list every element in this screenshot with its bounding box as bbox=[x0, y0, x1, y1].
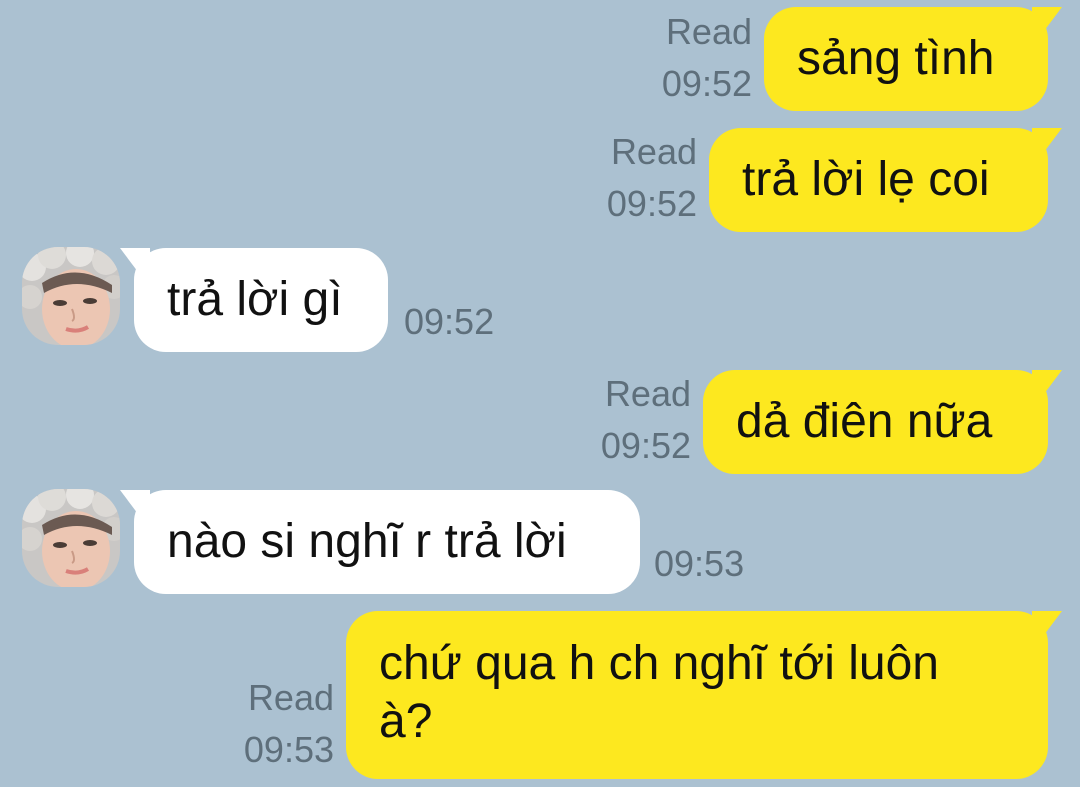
message-meta: Read 09:53 bbox=[244, 678, 334, 770]
incoming-message-bubble[interactable]: nào si nghĩ r trả lời bbox=[134, 490, 640, 594]
message-time: 09:53 bbox=[654, 543, 745, 584]
message-text: trả lời gì bbox=[167, 273, 343, 326]
message-text: nào si nghĩ r trả lời bbox=[167, 515, 567, 568]
message-time: 09:52 bbox=[600, 425, 691, 466]
contact-avatar[interactable] bbox=[22, 247, 120, 345]
read-status: Read bbox=[610, 131, 697, 172]
outgoing-message-bubble[interactable]: chứ qua h ch nghĩ tới luôn à? bbox=[346, 611, 1048, 779]
message-time: 09:52 bbox=[606, 183, 697, 224]
message-meta: Read 09:52 bbox=[601, 374, 691, 466]
message-time: 09:53 bbox=[243, 729, 334, 770]
message-text: sảng tình bbox=[797, 32, 995, 85]
message-text: dả điên nữa bbox=[736, 395, 993, 448]
incoming-message-bubble[interactable]: trả lời gì bbox=[134, 248, 388, 352]
contact-photo-icon bbox=[22, 247, 120, 345]
message-time: 09:52 bbox=[404, 301, 495, 342]
message-meta: Read 09:52 bbox=[607, 132, 697, 224]
message-text-line: chứ qua h ch nghĩ tới luôn bbox=[379, 637, 939, 690]
read-status: Read bbox=[247, 677, 334, 718]
outgoing-message-bubble[interactable]: trả lời lẹ coi bbox=[709, 128, 1048, 232]
contact-photo-icon bbox=[22, 489, 120, 587]
outgoing-message-bubble[interactable]: sảng tình bbox=[764, 7, 1048, 111]
message-meta: Read 09:52 bbox=[662, 12, 752, 104]
message-text: trả lời lẹ coi bbox=[742, 153, 990, 206]
read-status: Read bbox=[604, 373, 691, 414]
message-meta: 09:53 bbox=[654, 544, 744, 584]
message-meta: 09:52 bbox=[404, 302, 494, 342]
outgoing-message-bubble[interactable]: dả điên nữa bbox=[703, 370, 1048, 474]
message-time: 09:52 bbox=[661, 63, 752, 104]
message-text-line: à? bbox=[379, 695, 433, 748]
read-status: Read bbox=[665, 11, 752, 52]
contact-avatar[interactable] bbox=[22, 489, 120, 587]
